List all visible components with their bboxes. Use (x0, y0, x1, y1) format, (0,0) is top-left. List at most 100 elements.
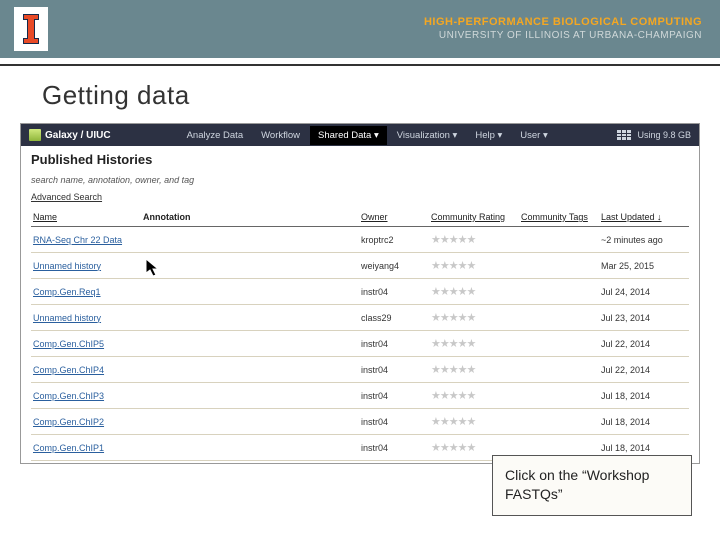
cell-rating[interactable]: ★★★★★ (429, 383, 519, 409)
histories-table: NameAnnotationOwnerCommunity RatingCommu… (31, 208, 689, 461)
instruction-callout: Click on the “Workshop FASTQs” (492, 455, 692, 516)
cell-owner: instr04 (359, 279, 429, 305)
nav-item-visualization[interactable]: Visualization ▾ (389, 126, 466, 145)
galaxy-content: Published Histories search name, annotat… (21, 146, 699, 463)
table-row: Comp.Gen.ChIP4 instr04★★★★★ Jul 22, 2014 (31, 357, 689, 383)
cell-date: ~2 minutes ago (599, 227, 689, 253)
scratchbook-icon[interactable] (617, 130, 631, 140)
col-name[interactable]: Name (31, 208, 141, 227)
cell-tags (519, 383, 599, 409)
galaxy-logo-icon (29, 129, 41, 141)
star-icon: ★★★★★ (431, 390, 475, 402)
site-banner: HIGH-PERFORMANCE BIOLOGICAL COMPUTING UN… (0, 0, 720, 58)
cell-rating[interactable]: ★★★★★ (429, 357, 519, 383)
cell-annotation (141, 331, 359, 357)
cell-annotation (141, 305, 359, 331)
cell-tags (519, 227, 599, 253)
table-row: Comp.Gen.Req1 instr04★★★★★ Jul 24, 2014 (31, 279, 689, 305)
cell-owner: instr04 (359, 357, 429, 383)
banner-subtitle: UNIVERSITY OF ILLINOIS AT URBANA-CHAMPAI… (424, 30, 702, 42)
advanced-search-link[interactable]: Advanced Search (31, 192, 102, 202)
col-annotation[interactable]: Annotation (141, 208, 359, 227)
cell-date: Jul 23, 2014 (599, 305, 689, 331)
cell-tags (519, 409, 599, 435)
col-community-tags[interactable]: Community Tags (519, 208, 599, 227)
history-link[interactable]: Comp.Gen.Req1 (33, 287, 101, 297)
cell-tags (519, 305, 599, 331)
cell-annotation (141, 435, 359, 461)
nav-item-analyze-data[interactable]: Analyze Data (179, 126, 252, 145)
table-row: Unnamed history weiyang4★★★★★ Mar 25, 2015 (31, 253, 689, 279)
cell-rating[interactable]: ★★★★★ (429, 253, 519, 279)
history-link[interactable]: Comp.Gen.ChIP1 (33, 443, 104, 453)
history-link[interactable]: Comp.Gen.ChIP3 (33, 391, 104, 401)
table-row: Comp.Gen.ChIP2instr04★★★★★Jul 18, 2014 (31, 409, 689, 435)
cell-owner: instr04 (359, 435, 429, 461)
history-link[interactable]: Comp.Gen.ChIP5 (33, 339, 104, 349)
nav-item-user[interactable]: User ▾ (512, 126, 555, 145)
banner-title: HIGH-PERFORMANCE BIOLOGICAL COMPUTING (424, 16, 702, 29)
col-community-rating[interactable]: Community Rating (429, 208, 519, 227)
cell-owner: instr04 (359, 409, 429, 435)
star-icon: ★★★★★ (431, 442, 475, 454)
cell-date: Jul 18, 2014 (599, 383, 689, 409)
nav-items: Analyze DataWorkflowShared Data ▾Visuali… (179, 126, 556, 145)
published-histories-heading: Published Histories (31, 152, 689, 167)
table-row: Unnamed historyclass29★★★★★Jul 23, 2014 (31, 305, 689, 331)
galaxy-screenshot: Galaxy / UIUC Analyze DataWorkflowShared… (20, 123, 700, 464)
star-icon: ★★★★★ (431, 260, 475, 272)
col-owner[interactable]: Owner (359, 208, 429, 227)
star-icon: ★★★★★ (431, 416, 475, 428)
history-link[interactable]: Comp.Gen.ChIP4 (33, 365, 104, 375)
cell-annotation (141, 357, 359, 383)
banner-divider (0, 58, 720, 66)
star-icon: ★★★★★ (431, 286, 475, 298)
galaxy-brand-text: Galaxy / UIUC (45, 130, 111, 141)
cell-date: Jul 22, 2014 (599, 331, 689, 357)
callout-text: Click on the “Workshop FASTQs” (505, 467, 649, 503)
cell-tags (519, 357, 599, 383)
cell-owner: weiyang4 (359, 253, 429, 279)
cell-annotation (141, 383, 359, 409)
cell-owner: instr04 (359, 331, 429, 357)
cell-rating[interactable]: ★★★★★ (429, 331, 519, 357)
cell-rating[interactable]: ★★★★★ (429, 227, 519, 253)
banner-text: HIGH-PERFORMANCE BIOLOGICAL COMPUTING UN… (424, 16, 702, 41)
usage-indicator[interactable]: Using 9.8 GB (637, 130, 691, 140)
table-row: Comp.Gen.ChIP3 instr04★★★★★ Jul 18, 2014 (31, 383, 689, 409)
star-icon: ★★★★★ (431, 338, 475, 350)
cell-annotation (141, 409, 359, 435)
galaxy-brand[interactable]: Galaxy / UIUC (21, 129, 119, 141)
cell-owner: kroptrc2 (359, 227, 429, 253)
page-title: Getting data (0, 66, 720, 123)
table-header-row: NameAnnotationOwnerCommunity RatingCommu… (31, 208, 689, 227)
cell-date: Jul 24, 2014 (599, 279, 689, 305)
cell-annotation (141, 253, 359, 279)
star-icon: ★★★★★ (431, 234, 475, 246)
nav-item-shared-data[interactable]: Shared Data ▾ (310, 126, 387, 145)
nav-item-help[interactable]: Help ▾ (467, 126, 510, 145)
cell-owner: instr04 (359, 383, 429, 409)
star-icon: ★★★★★ (431, 364, 475, 376)
cell-annotation (141, 227, 359, 253)
cell-rating[interactable]: ★★★★★ (429, 305, 519, 331)
cell-date: Mar 25, 2015 (599, 253, 689, 279)
search-input[interactable]: search name, annotation, owner, and tag (31, 175, 689, 185)
nav-item-workflow[interactable]: Workflow (253, 126, 308, 145)
illinois-logo (14, 7, 48, 51)
history-link[interactable]: Unnamed history (33, 261, 101, 271)
history-link[interactable]: RNA-Seq Chr 22 Data (33, 235, 122, 245)
cell-tags (519, 253, 599, 279)
cell-date: Jul 22, 2014 (599, 357, 689, 383)
history-link[interactable]: Unnamed history (33, 313, 101, 323)
star-icon: ★★★★★ (431, 312, 475, 324)
col-last-updated[interactable]: Last Updated ↓ (599, 208, 689, 227)
cell-tags (519, 279, 599, 305)
cell-annotation (141, 279, 359, 305)
galaxy-navbar: Galaxy / UIUC Analyze DataWorkflowShared… (21, 124, 699, 146)
cell-rating[interactable]: ★★★★★ (429, 279, 519, 305)
cell-rating[interactable]: ★★★★★ (429, 409, 519, 435)
table-row: RNA-Seq Chr 22 Data kroptrc2★★★★★ ~2 minut… (31, 227, 689, 253)
history-link[interactable]: Comp.Gen.ChIP2 (33, 417, 104, 427)
table-row: Comp.Gen.ChIP5 instr04★★★★★ Jul 22, 2014 (31, 331, 689, 357)
